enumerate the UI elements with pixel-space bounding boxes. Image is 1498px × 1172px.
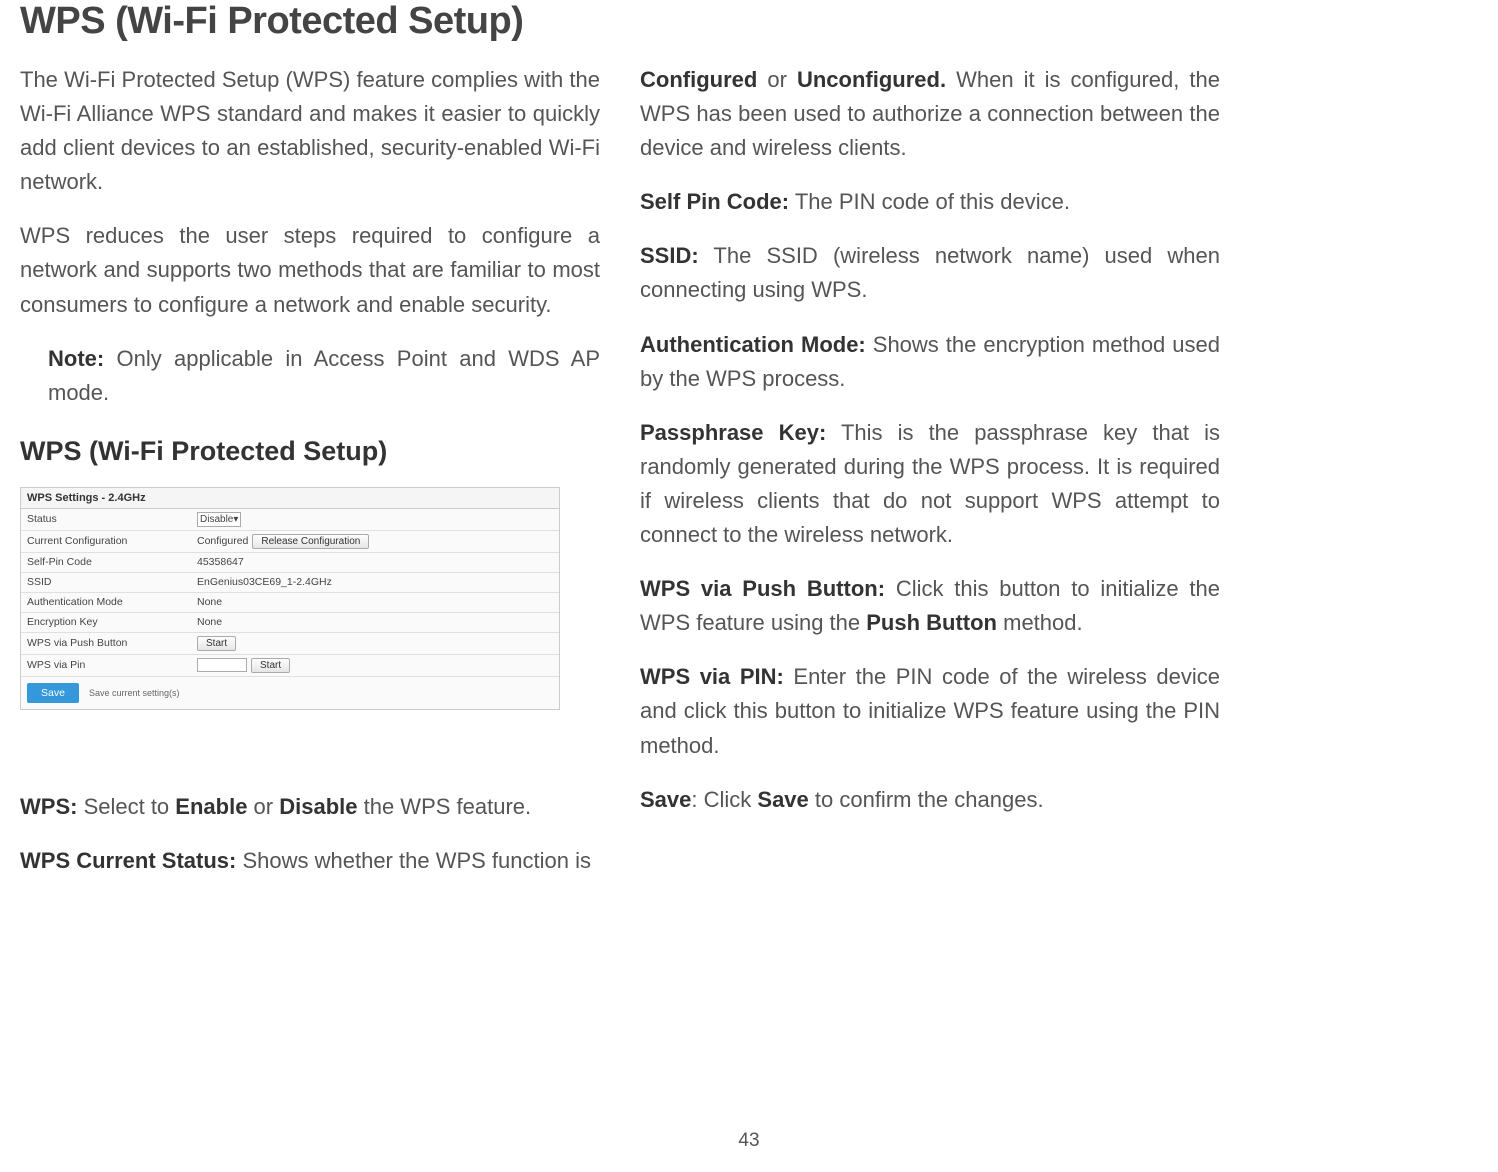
panel-header: WPS Settings - 2.4GHz: [21, 488, 559, 509]
page-number: 43: [738, 1130, 759, 1152]
wps-status-definition: WPS Current Status: Shows whether the WP…: [20, 844, 600, 878]
ssid-paragraph: SSID: The SSID (wireless network name) u…: [640, 239, 1220, 307]
cc-label: Current Configuration: [27, 535, 197, 547]
row-encryption: Encryption Key None: [21, 613, 559, 633]
wps-pin-start-button[interactable]: Start: [251, 658, 290, 673]
row-self-pin: Self-Pin Code 45358647: [21, 553, 559, 573]
left-column: The Wi-Fi Protected Setup (WPS) feature …: [20, 63, 600, 898]
wps-definition: WPS: Select to Enable or Disable the WPS…: [20, 790, 600, 824]
save-button[interactable]: Save: [27, 683, 79, 703]
save-paragraph: Save: Click Save to confirm the changes.: [640, 783, 1220, 817]
configured-paragraph: Configured or Unconfigured. When it is c…: [640, 63, 1220, 165]
pin-value: 45358647: [197, 556, 244, 568]
section-header: WPS (Wi-Fi Protected Setup): [20, 436, 600, 467]
row-status: Status Disable ▾: [21, 509, 559, 531]
page-title: WPS (Wi-Fi Protected Setup): [20, 0, 1478, 43]
passphrase-paragraph: Passphrase Key: This is the passphrase k…: [640, 416, 1220, 552]
cc-value: Configured: [197, 535, 248, 547]
row-auth: Authentication Mode None: [21, 593, 559, 613]
right-column: Configured or Unconfigured. When it is c…: [640, 63, 1220, 898]
wps-label: WPS:: [20, 794, 77, 819]
note-text: Only applicable in Access Point and WDS …: [48, 346, 600, 405]
pin-via-label: WPS via Pin: [27, 659, 197, 671]
status-label: Status: [27, 513, 197, 525]
push-label: WPS via Push Button: [27, 637, 197, 649]
wps-push-start-button[interactable]: Start: [197, 636, 236, 651]
auth-paragraph: Authentication Mode: Shows the encryptio…: [640, 328, 1220, 396]
two-column-layout: The Wi-Fi Protected Setup (WPS) feature …: [20, 63, 1478, 898]
row-ssid: SSID EnGenius03CE69_1-2.4GHz: [21, 573, 559, 593]
note-block: Note: Only applicable in Access Point an…: [20, 342, 600, 410]
save-row: Save Save current setting(s): [21, 677, 559, 709]
auth-label: Authentication Mode: [27, 596, 197, 608]
pin-paragraph: WPS via PIN: Enter the PIN code of the w…: [640, 660, 1220, 762]
self-pin-paragraph: Self Pin Code: The PIN code of this devi…: [640, 185, 1220, 219]
enc-label: Encryption Key: [27, 616, 197, 628]
ssid-label: SSID: [27, 576, 197, 588]
note-label: Note:: [48, 346, 104, 371]
release-configuration-button[interactable]: Release Configuration: [252, 534, 369, 549]
auth-value: None: [197, 596, 222, 608]
pin-label: Self-Pin Code: [27, 556, 197, 568]
status-select[interactable]: Disable ▾: [197, 512, 241, 527]
intro-paragraph-1: The Wi-Fi Protected Setup (WPS) feature …: [20, 63, 600, 199]
wps-pin-input[interactable]: [197, 658, 247, 672]
row-current-config: Current Configuration Configured Release…: [21, 531, 559, 553]
save-hint: Save current setting(s): [89, 688, 180, 698]
intro-paragraph-2: WPS reduces the user steps required to c…: [20, 219, 600, 321]
push-button-paragraph: WPS via Push Button: Click this button t…: [640, 572, 1220, 640]
wps-settings-panel: WPS Settings - 2.4GHz Status Disable ▾ C…: [20, 487, 560, 710]
enc-value: None: [197, 616, 222, 628]
row-pin-via: WPS via Pin Start: [21, 655, 559, 677]
ssid-value: EnGenius03CE69_1-2.4GHz: [197, 576, 332, 588]
status-label-def: WPS Current Status:: [20, 848, 236, 873]
row-push-button: WPS via Push Button Start: [21, 633, 559, 655]
